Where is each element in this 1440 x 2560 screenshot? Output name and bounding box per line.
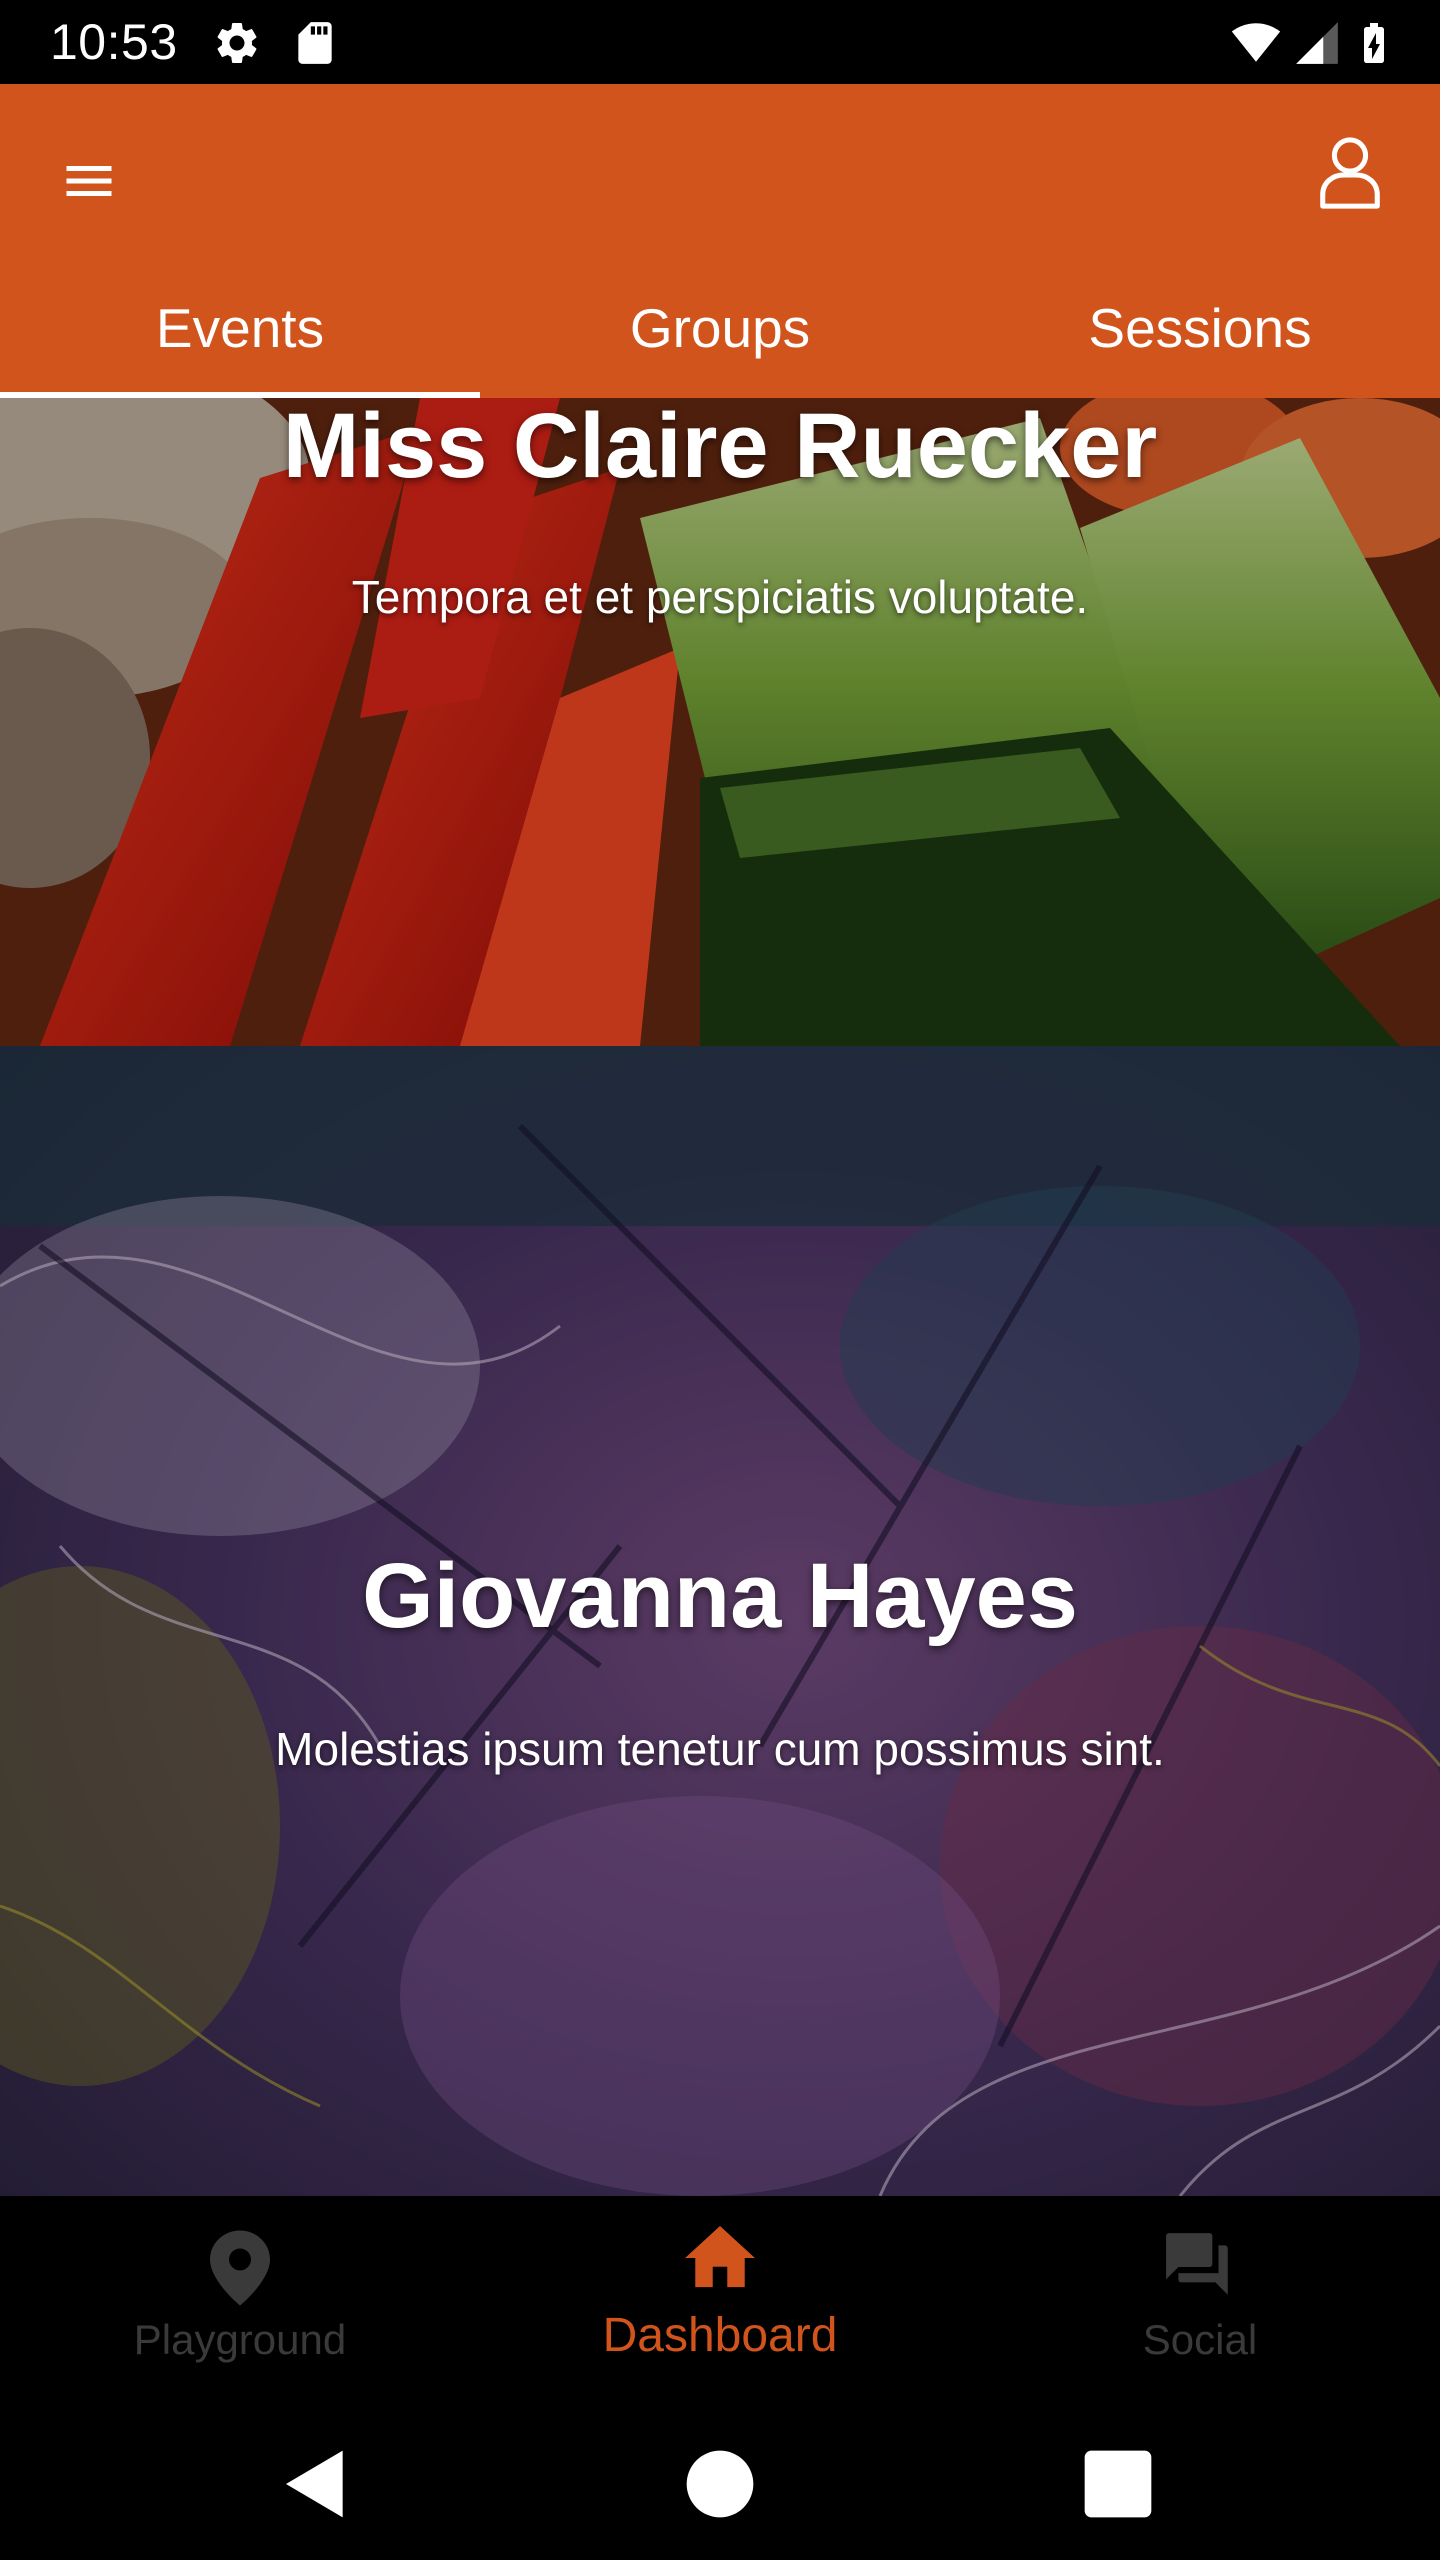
sd-card-icon [290,18,340,68]
tab-label: Events [155,297,325,359]
signal-icon [1290,18,1344,68]
home-circle-icon[interactable] [680,2444,760,2524]
recents-icon[interactable] [1078,2444,1158,2524]
nav-label: Dashboard [602,2309,838,2362]
event-card[interactable]: Miss Claire Ruecker Tempora et et perspi… [0,398,1440,1046]
tab-label: Sessions [1088,297,1312,359]
system-navigation-bar [0,2404,1440,2560]
home-icon [685,2226,755,2290]
app-bar: Events Groups Sessions [0,84,1440,398]
nav-label: Social [1142,2316,1258,2363]
account-button[interactable] [1308,128,1392,218]
wifi-icon [1226,18,1286,68]
card-subtitle: Tempora et et perspiciatis voluptate. [351,571,1089,623]
event-list[interactable]: Miss Claire Ruecker Tempora et et perspi… [0,398,1440,2196]
event-card[interactable]: Giovanna Hayes Molestias ipsum tenetur c… [0,1046,1440,2196]
status-bar: 10:53 [0,0,1440,84]
nav-dashboard[interactable]: Dashboard [480,2196,960,2404]
hamburger-menu-icon [59,151,119,211]
user-account-icon [1318,136,1382,210]
tab-bar: Events Groups Sessions [0,264,1440,398]
tab-events[interactable]: Events [0,264,480,398]
back-icon[interactable] [276,2444,356,2524]
tab-sessions[interactable]: Sessions [960,264,1440,398]
location-pin-icon [210,2230,270,2306]
card-title: Giovanna Hayes [362,1545,1078,1647]
settings-icon [212,18,262,68]
battery-charging-icon [1350,18,1398,68]
nav-playground[interactable]: Playground [0,2196,480,2404]
menu-button[interactable] [48,140,130,222]
chat-bubble-icon [1163,2232,1237,2302]
tab-label: Groups [629,297,811,359]
nav-social[interactable]: Social [960,2196,1440,2404]
card-title: Miss Claire Ruecker [282,398,1158,497]
status-time: 10:53 [50,14,178,70]
nav-label: Playground [133,2316,347,2363]
tab-groups[interactable]: Groups [480,264,960,398]
card-subtitle: Molestias ipsum tenetur cum possimus sin… [275,1723,1165,1775]
bottom-navigation: Playground Dashboard Social [0,2196,1440,2404]
